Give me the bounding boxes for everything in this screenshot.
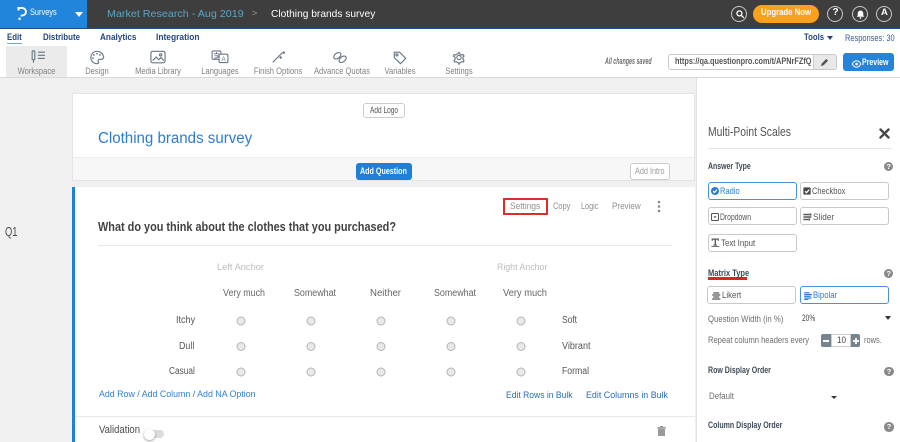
- svg-text:A: A: [221, 56, 226, 63]
